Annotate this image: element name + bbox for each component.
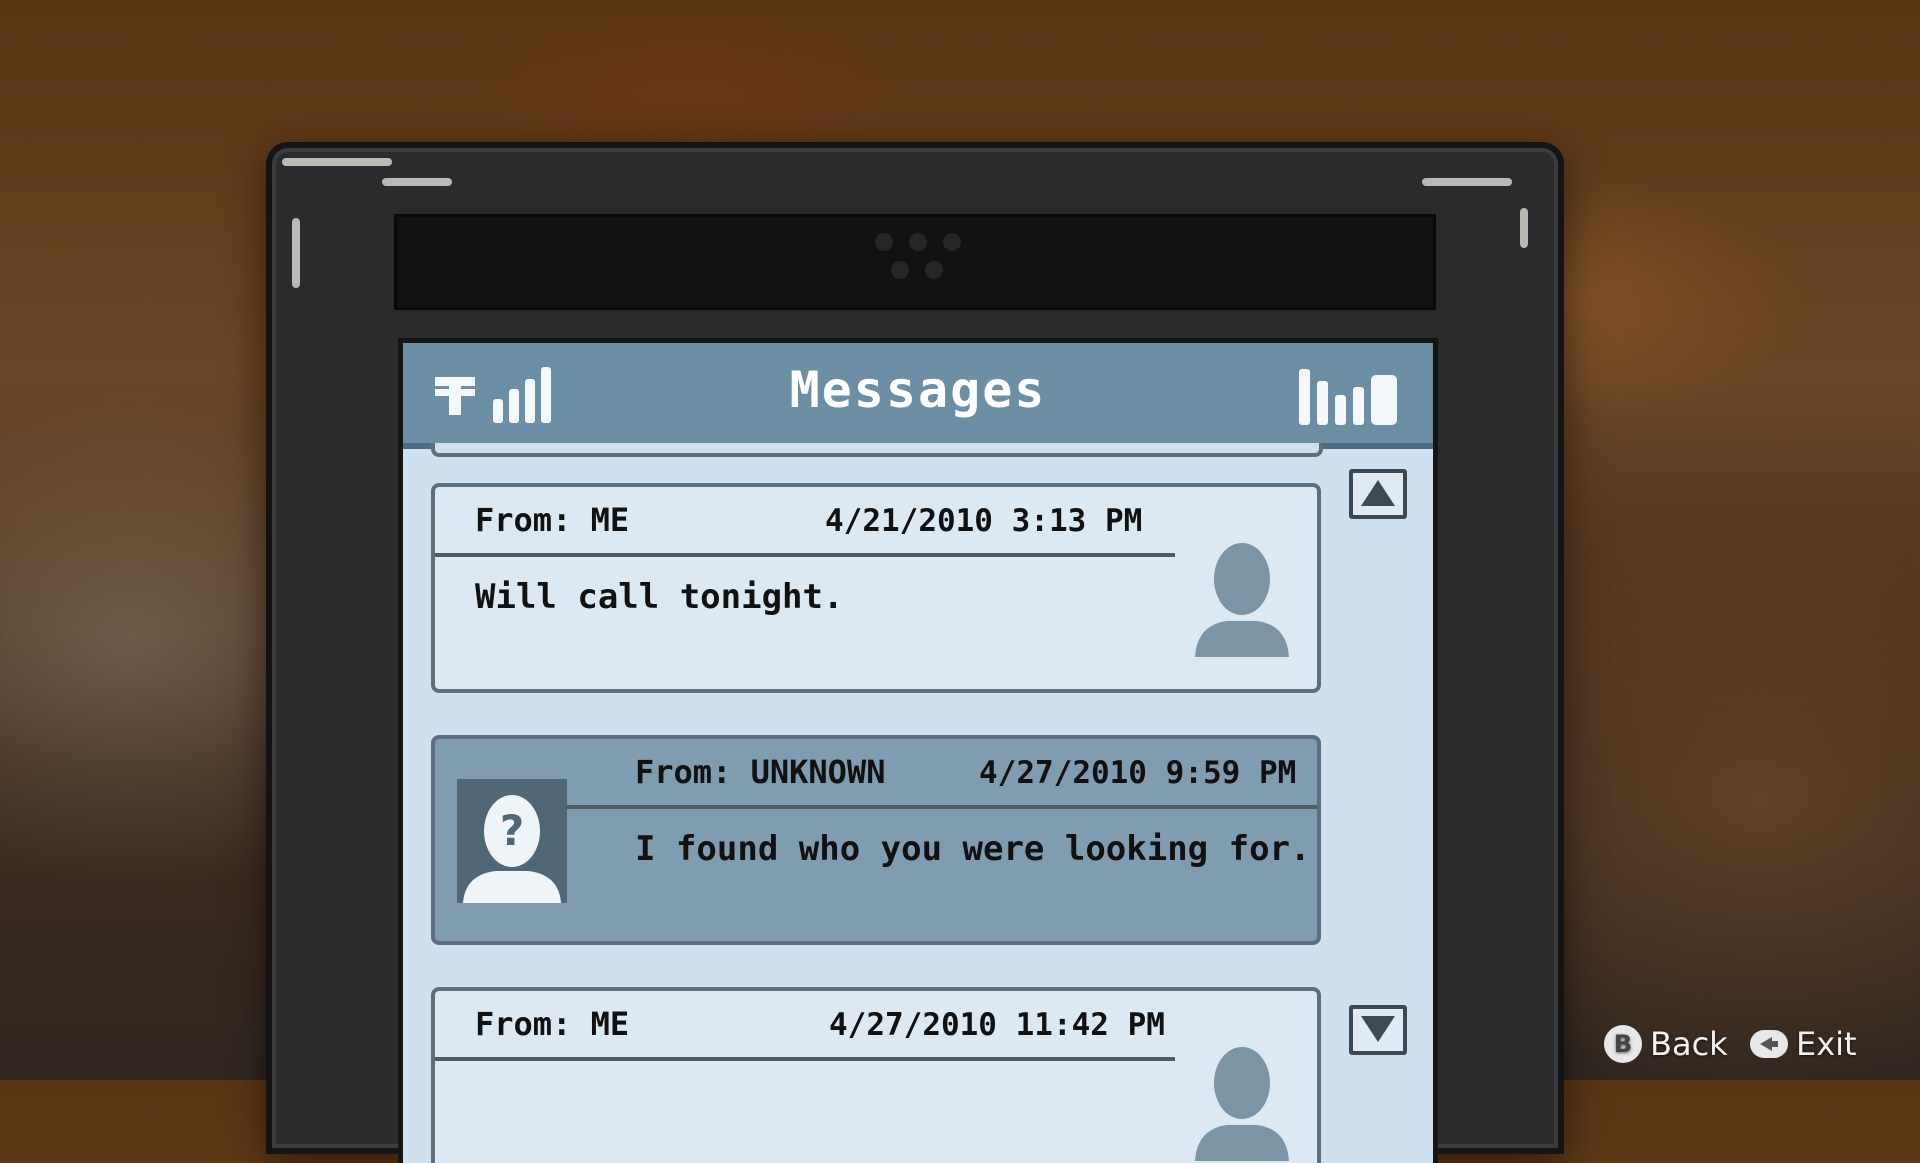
- message-sender: From: ME: [475, 501, 630, 539]
- message-card[interactable]: ? From: UNKNOWN 4/27/2010 9:59 PM I foun…: [431, 735, 1321, 945]
- message-card[interactable]: From: ME 4/21/2010 3:13 PM Will call ton…: [431, 483, 1321, 693]
- message-text: I found who you were looking for.: [635, 829, 1311, 869]
- message-card[interactable]: From: ME 4/27/2010 11:42 PM: [431, 987, 1321, 1163]
- person-silhouette-icon: [1195, 1047, 1289, 1161]
- phone-highlight: [382, 178, 452, 186]
- message-text: Will call tonight.: [475, 577, 844, 617]
- divider: [435, 1057, 1175, 1061]
- exit-label: Exit: [1796, 1025, 1857, 1063]
- svg-text:?: ?: [500, 806, 524, 855]
- message-date: 4/21/2010 3:13 PM: [825, 503, 1143, 539]
- message-sender: From: ME: [475, 1005, 630, 1043]
- message-date: 4/27/2010 11:42 PM: [829, 1007, 1165, 1043]
- battery-icon: [1299, 365, 1403, 425]
- exit-button-icon: [1750, 1030, 1788, 1058]
- scroll-down-button[interactable]: [1349, 1005, 1407, 1055]
- screen-title: Messages: [789, 361, 1047, 419]
- scroll-up-button[interactable]: [1349, 469, 1407, 519]
- phone-screen: Messages From: ME 4/21/2010 3:13 PM Will…: [398, 338, 1438, 1163]
- back-label: Back: [1650, 1025, 1728, 1063]
- message-date: 4/27/2010 9:59 PM: [979, 755, 1297, 791]
- b-button-icon: B: [1604, 1025, 1642, 1063]
- back-hint[interactable]: B Back: [1604, 1025, 1728, 1063]
- phone-speaker: [394, 214, 1436, 310]
- exit-hint[interactable]: Exit: [1750, 1025, 1857, 1063]
- message-sender: From: UNKNOWN: [635, 753, 886, 791]
- triangle-down-icon: [1361, 1016, 1395, 1042]
- phone-highlight: [282, 158, 392, 166]
- phone-device: Messages From: ME 4/21/2010 3:13 PM Will…: [266, 142, 1564, 1163]
- phone-highlight: [1520, 208, 1528, 248]
- phone-highlight: [292, 218, 300, 288]
- triangle-up-icon: [1361, 480, 1395, 506]
- speaker-grille: [875, 233, 965, 293]
- divider: [567, 805, 1317, 809]
- unknown-person-icon: ?: [457, 779, 567, 903]
- divider: [435, 553, 1175, 557]
- phone-highlight: [1422, 178, 1512, 186]
- person-silhouette-icon: [1195, 543, 1289, 657]
- status-bar: Messages: [403, 343, 1433, 449]
- previous-message-edge: [431, 443, 1323, 457]
